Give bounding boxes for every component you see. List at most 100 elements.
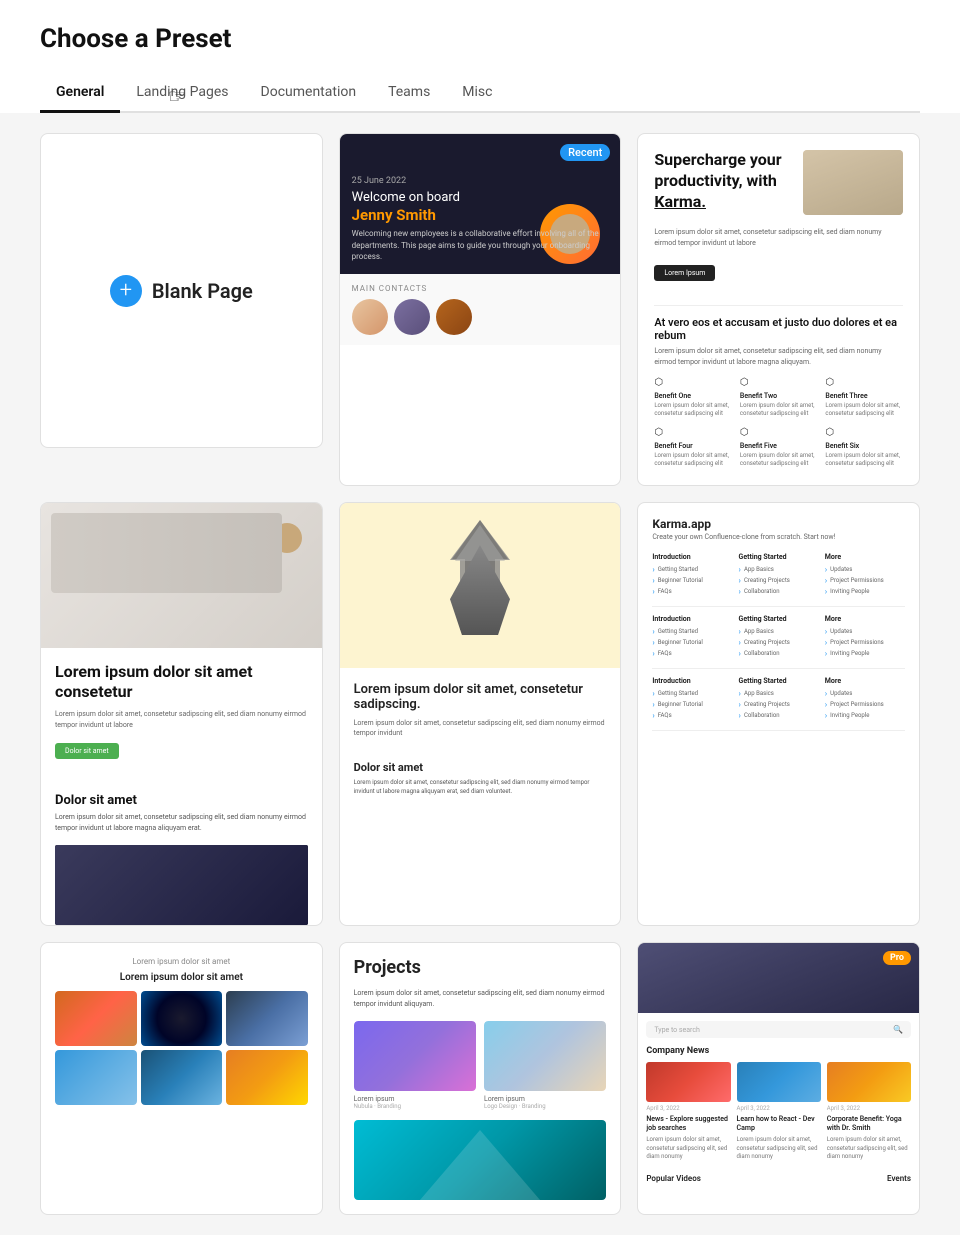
- news-body-1: Lorem ipsum dolor sit amet, consetetur s…: [646, 1136, 730, 1161]
- gallery-card[interactable]: Lorem ipsum dolor sit amet Lorem ipsum d…: [40, 942, 323, 1215]
- keyboard-image: [41, 503, 322, 648]
- docs-item: App Basics: [739, 627, 819, 636]
- projects-desc: Lorem ipsum dolor sit amet, consetetur s…: [354, 988, 607, 1009]
- news-hero: Pro: [638, 943, 919, 1013]
- benefit-2-text: Lorem ipsum dolor sit amet, consetetur s…: [740, 402, 818, 419]
- karma-docs-subtitle: Create your own Confluence-clone from sc…: [652, 533, 905, 541]
- docs-col-3-1-title: Introduction: [652, 677, 732, 685]
- benefit-4: ⬡ Benefit Four Lorem ipsum dolor sit ame…: [654, 427, 732, 469]
- docs-item: Creating Projects: [739, 638, 819, 647]
- news-footer-right: Events: [887, 1174, 911, 1183]
- onboarding-card[interactable]: Recent 25 June 2022 Welcome on board Jen…: [339, 133, 622, 486]
- docs-item: Updates: [825, 627, 905, 636]
- blank-page-label: Blank Page: [152, 279, 253, 303]
- docs-item: Updates: [825, 689, 905, 698]
- arch-dolor-text: Lorem ipsum dolor sit amet, consetetur s…: [354, 778, 607, 796]
- benefit-3-icon: ⬡: [825, 377, 903, 388]
- docs-item: Collaboration: [739, 711, 819, 720]
- karma-card[interactable]: Supercharge your productivity, with Karm…: [637, 133, 920, 486]
- projects-card[interactable]: Projects Lorem ipsum dolor sit amet, con…: [339, 942, 622, 1215]
- article-content: Lorem ipsum dolor sit amet consetetur Lo…: [41, 648, 322, 786]
- news-card[interactable]: Pro Type to search 🔍 Company News April …: [637, 942, 920, 1215]
- projects-title: Projects: [354, 957, 607, 978]
- article-btn: Dolor sit amet: [55, 743, 119, 759]
- news-body-3: Lorem ipsum dolor sit amet, consetetur s…: [827, 1136, 911, 1161]
- news-search-bar[interactable]: Type to search 🔍: [646, 1021, 911, 1038]
- news-item-1: April 3, 2022 News - Explore suggested j…: [646, 1062, 730, 1161]
- benefit-5-text: Lorem ipsum dolor sit amet, consetetur s…: [740, 452, 818, 469]
- benefits-grid: ⬡ Benefit One Lorem ipsum dolor sit amet…: [654, 377, 903, 469]
- news-items-grid: April 3, 2022 News - Explore suggested j…: [638, 1062, 919, 1169]
- docs-item: App Basics: [739, 689, 819, 698]
- tab-teams[interactable]: Teams: [372, 74, 446, 113]
- docs-item: Getting Started: [652, 627, 732, 636]
- onboarding-name: Jenny Smith: [352, 206, 609, 224]
- docs-col-3-3-title: More: [825, 677, 905, 685]
- benefit-1: ⬡ Benefit One Lorem ipsum dolor sit amet…: [654, 377, 732, 419]
- news-footer-left: Popular Videos: [646, 1174, 701, 1183]
- news-item-2: April 3, 2022 Learn how to React - Dev C…: [737, 1062, 821, 1161]
- triangle-decoration: [420, 1130, 540, 1200]
- project-image-1: [354, 1021, 476, 1091]
- projects-bottom-image: [354, 1120, 607, 1200]
- article-card[interactable]: Lorem ipsum dolor sit amet consetetur Lo…: [40, 502, 323, 927]
- article-title: Lorem ipsum dolor sit amet consetetur: [55, 662, 308, 704]
- arch-dolor-title: Dolor sit amet: [354, 761, 607, 774]
- tab-general[interactable]: General: [40, 74, 120, 113]
- tab-documentation[interactable]: Documentation: [245, 74, 373, 113]
- tab-landing-pages[interactable]: Landing Pages: [120, 74, 244, 113]
- article-hero: [41, 503, 322, 648]
- contact-avatars-list: [352, 299, 609, 335]
- docs-item: Project Permissions: [825, 638, 905, 647]
- news-title-1: News - Explore suggested job searches: [646, 1115, 730, 1133]
- onboarding-contacts: MAIN CONTACTS: [340, 274, 621, 345]
- karma-image: [803, 150, 903, 215]
- article-section-title: Dolor sit amet: [55, 793, 308, 808]
- search-icon: 🔍: [893, 1025, 903, 1034]
- benefit-6-icon: ⬡: [825, 427, 903, 438]
- docs-col-2-2-title: Getting Started: [739, 615, 819, 623]
- article-bottom-image: [55, 845, 308, 925]
- karma-section-desc: Lorem ipsum dolor sit amet, consetetur s…: [654, 346, 903, 367]
- news-image-3: [827, 1062, 911, 1102]
- benefit-2-icon: ⬡: [740, 377, 818, 388]
- karma-desc: Lorem ipsum dolor sit amet, consetetur s…: [654, 227, 903, 248]
- docs-item: Updates: [825, 565, 905, 574]
- benefit-1-title: Benefit One: [654, 392, 732, 400]
- arch-hero: [340, 503, 621, 668]
- blank-page-card[interactable]: + Blank Page: [40, 133, 323, 448]
- docs-col-1-3-title: More: [825, 553, 905, 561]
- gallery-item-4: [55, 1050, 137, 1105]
- benefit-2: ⬡ Benefit Two Lorem ipsum dolor sit amet…: [740, 377, 818, 419]
- gallery-grid: [55, 991, 308, 1105]
- docs-item: Collaboration: [739, 649, 819, 658]
- tab-misc[interactable]: Misc: [446, 74, 508, 113]
- docs-item: Inviting People: [825, 711, 905, 720]
- presets-grid: + Blank Page Recent 25 June 2022 Welcome…: [0, 113, 960, 1235]
- benefit-3-title: Benefit Three: [825, 392, 903, 400]
- docs-col-2-2: Getting Started App Basics Creating Proj…: [739, 615, 819, 660]
- karma-docs-card[interactable]: Karma.app Create your own Confluence-clo…: [637, 502, 920, 927]
- contacts-label: MAIN CONTACTS: [352, 284, 609, 293]
- project-type-1: Nubula · Branding: [354, 1103, 476, 1110]
- docs-item: Collaboration: [739, 587, 819, 596]
- contact-avatar-2: [394, 299, 430, 335]
- project-image-2: [484, 1021, 606, 1091]
- docs-item: Project Permissions: [825, 576, 905, 585]
- docs-item: FAQs: [652, 587, 732, 596]
- karma-brand: Karma.: [654, 192, 706, 211]
- benefit-4-icon: ⬡: [654, 427, 732, 438]
- news-date-3: April 3, 2022: [827, 1105, 911, 1112]
- news-date-1: April 3, 2022: [646, 1105, 730, 1112]
- arch-card[interactable]: Lorem ipsum dolor sit amet, consetetur s…: [339, 502, 622, 927]
- benefit-3-text: Lorem ipsum dolor sit amet, consetetur s…: [825, 402, 903, 419]
- onboarding-sub: Welcoming new employees is a collaborati…: [352, 228, 609, 262]
- docs-item: Beginner Tutorial: [652, 700, 732, 709]
- gallery-title: Lorem ipsum dolor sit amet: [55, 972, 308, 983]
- docs-col-2-3: More Updates Project Permissions Invitin…: [825, 615, 905, 660]
- projects-grid: Lorem ipsum Nubula · Branding Lorem ipsu…: [354, 1021, 607, 1110]
- benefit-1-icon: ⬡: [654, 377, 732, 388]
- karma-divider: [654, 305, 903, 306]
- karma-docs-title: Karma.app: [652, 517, 905, 531]
- project-label-1: Lorem ipsum: [354, 1095, 476, 1103]
